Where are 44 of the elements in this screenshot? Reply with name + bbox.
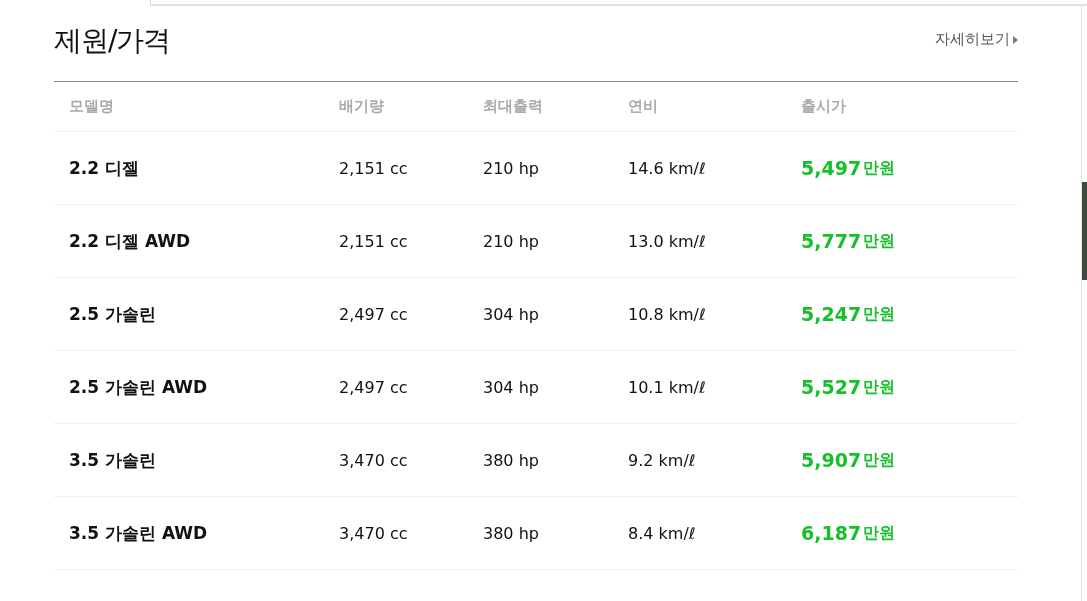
- section-title: 제원/가격: [54, 27, 171, 55]
- model-name: 2.2 디젤: [69, 156, 140, 180]
- model-name: 3.5 가솔린 AWD: [69, 521, 208, 545]
- caret-icon: [1013, 35, 1018, 44]
- price-unit: 만원: [863, 303, 896, 325]
- price-value: 5,527: [801, 376, 862, 398]
- table-cell: 9.2 km/ℓ: [628, 450, 696, 470]
- price-value: 5,777: [801, 230, 862, 252]
- table-cell: 210 hp: [483, 158, 539, 178]
- model-name: 3.5 가솔린: [69, 448, 157, 472]
- price-unit: 만원: [863, 230, 896, 252]
- table-cell: 3,470 cc: [339, 523, 408, 543]
- price-value: 5,907: [801, 449, 862, 471]
- more-link[interactable]: 자세히보기: [935, 30, 1018, 49]
- table-cell: 3,470 cc: [339, 450, 408, 470]
- table-cell: 8.4 km/ℓ: [628, 523, 696, 543]
- column-header: 최대출력: [483, 97, 543, 116]
- table-cell: 13.0 km/ℓ: [628, 231, 706, 251]
- price-value: 5,247: [801, 303, 862, 325]
- column-header: 출시가: [801, 97, 846, 116]
- table-cell: 2,151 cc: [339, 231, 408, 251]
- price-unit: 만원: [863, 522, 896, 544]
- column-header: 배기량: [339, 97, 384, 116]
- price-value: 6,187: [801, 522, 862, 544]
- price-unit: 만원: [863, 449, 896, 471]
- table-cell: 210 hp: [483, 231, 539, 251]
- price-unit: 만원: [863, 157, 896, 179]
- column-header: 연비: [628, 97, 658, 116]
- table-cell: 10.1 km/ℓ: [628, 377, 706, 397]
- model-name: 2.2 디젤 AWD: [69, 229, 191, 253]
- table-cell: 2,497 cc: [339, 304, 408, 324]
- table-cell: 380 hp: [483, 523, 539, 543]
- table-cell: 2,497 cc: [339, 377, 408, 397]
- table-cell: 380 hp: [483, 450, 539, 470]
- table-cell: 14.6 km/ℓ: [628, 158, 706, 178]
- price-unit: 만원: [863, 376, 896, 398]
- model-name: 2.5 가솔린: [69, 302, 157, 326]
- price-value: 5,497: [801, 157, 862, 179]
- table-cell: 304 hp: [483, 377, 539, 397]
- table-cell: 10.8 km/ℓ: [628, 304, 706, 324]
- column-header: 모델명: [69, 97, 114, 116]
- model-name: 2.5 가솔린 AWD: [69, 375, 208, 399]
- table-cell: 2,151 cc: [339, 158, 408, 178]
- table-cell: 304 hp: [483, 304, 539, 324]
